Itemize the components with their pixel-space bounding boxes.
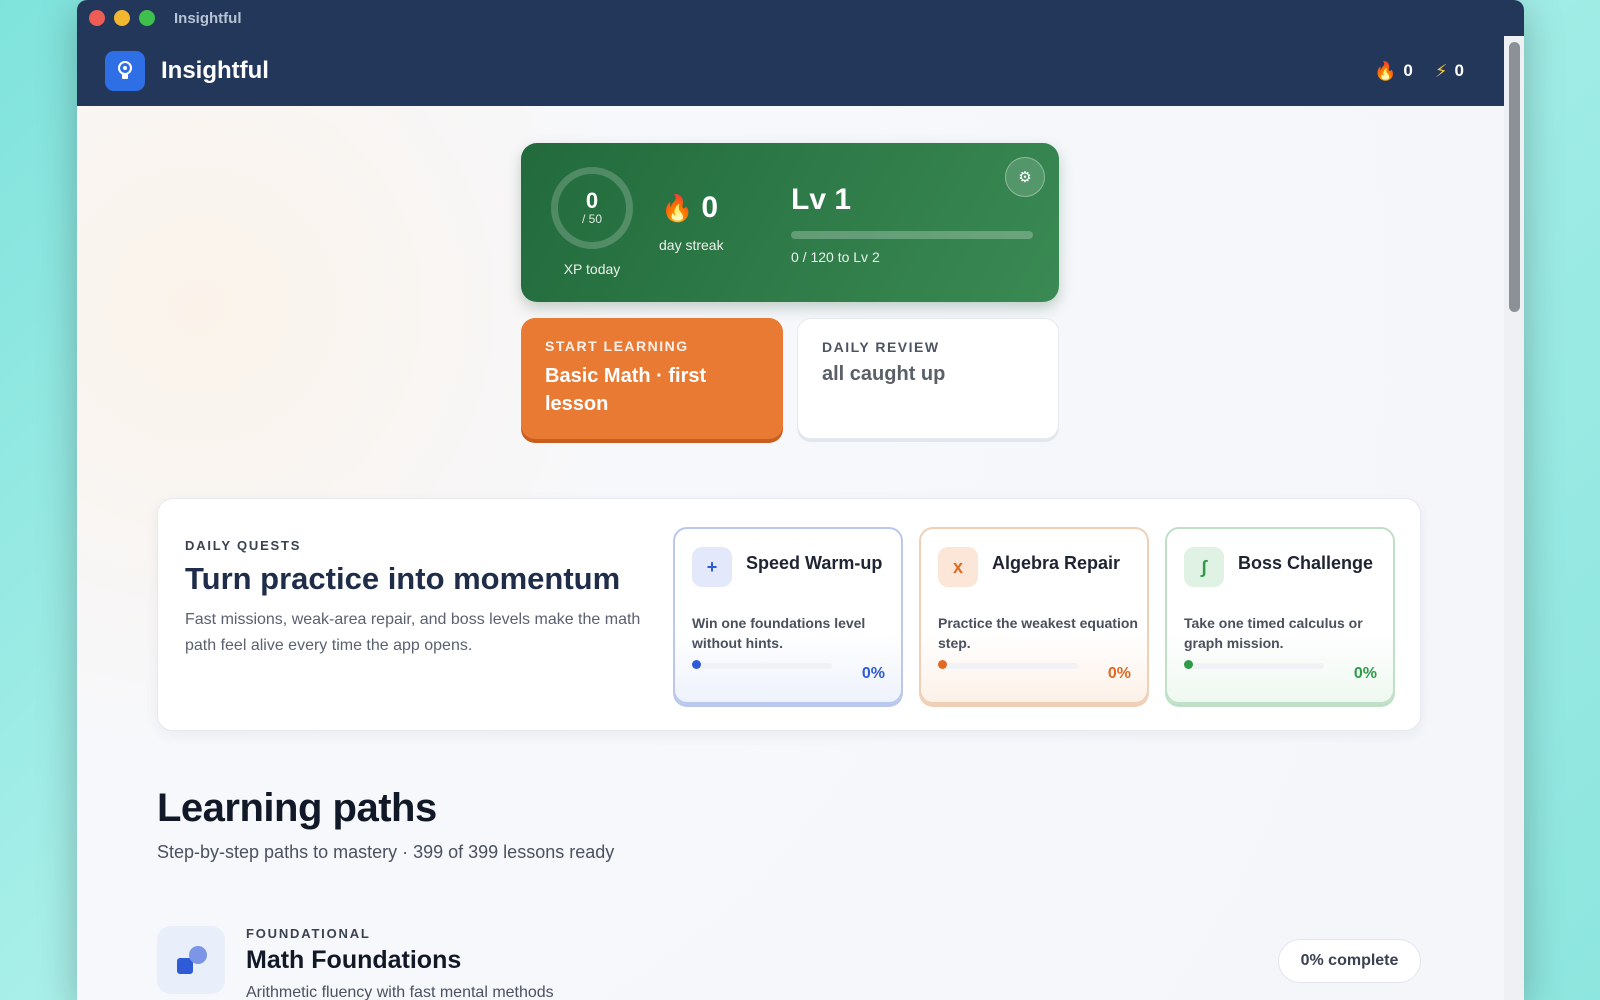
app-header: Insightful 🔥 0 ⚡ 0 bbox=[77, 36, 1504, 106]
quest-progress-dot bbox=[692, 660, 701, 669]
level-label: Lv 1 bbox=[791, 183, 852, 216]
daily-review-card[interactable]: DAILY REVIEW all caught up bbox=[797, 318, 1059, 439]
progress-hero-card: 0 / 50 XP today 🔥 0 day streak Lv 1 0 / … bbox=[521, 143, 1059, 302]
quest-description: Practice the weakest equation step. bbox=[938, 615, 1138, 651]
shapes-icon bbox=[157, 926, 225, 994]
quest-description: Win one foundations level without hints. bbox=[692, 615, 866, 651]
start-learning-kicker: START LEARNING bbox=[545, 338, 689, 354]
xp-ring: 0 / 50 bbox=[551, 167, 633, 249]
quest-progress-percent: 0% bbox=[1353, 665, 1377, 682]
path-description: Arithmetic fluency with fast mental meth… bbox=[246, 984, 554, 1000]
daily-review-title: all caught up bbox=[822, 363, 946, 385]
integral-icon: ∫ bbox=[1184, 547, 1224, 587]
gear-icon: ⚙ bbox=[1018, 169, 1032, 186]
streak-value: 0 bbox=[701, 191, 719, 224]
quest-progress-percent: 0% bbox=[1107, 665, 1131, 682]
title-bar: Insightful bbox=[77, 0, 1524, 36]
learning-paths-title: Learning paths bbox=[157, 786, 437, 830]
quest-progress-dot bbox=[1184, 660, 1193, 669]
path-progress-badge: 0% complete bbox=[1278, 939, 1421, 983]
window-controls bbox=[89, 10, 155, 26]
start-learning-title: Basic Math · first lesson bbox=[545, 365, 707, 415]
close-window-button[interactable] bbox=[89, 10, 105, 26]
header-stats: 🔥 0 ⚡ 0 bbox=[1374, 61, 1464, 82]
start-learning-card[interactable]: START LEARNING Basic Math · first lesson bbox=[521, 318, 783, 439]
minimize-window-button[interactable] bbox=[114, 10, 130, 26]
flame-icon: 🔥 bbox=[661, 192, 694, 223]
quest-name: Speed Warm-up bbox=[746, 553, 883, 573]
energy-count: 0 bbox=[1454, 61, 1464, 80]
day-streak: 🔥 0 bbox=[661, 191, 718, 225]
quest-card-algebra-repair[interactable]: x Algebra Repair Practice the weakest eq… bbox=[919, 527, 1149, 704]
quest-progress-track bbox=[692, 663, 832, 669]
window-title: Insightful bbox=[174, 9, 242, 27]
flame-icon: 🔥 bbox=[1374, 60, 1397, 81]
streak-label: day streak bbox=[659, 237, 724, 253]
lightning-icon: ⚡ bbox=[1434, 60, 1448, 81]
app-window: Insightful Insightful 🔥 0 ⚡ 0 0 / 50 XP … bbox=[77, 0, 1524, 1000]
lightbulb-head-icon bbox=[105, 51, 145, 91]
vertical-scrollbar[interactable] bbox=[1504, 36, 1524, 1000]
quests-title: Turn practice into momentum bbox=[185, 561, 621, 596]
xp-value: 0 bbox=[585, 188, 599, 213]
streak-stat[interactable]: 🔥 0 bbox=[1374, 61, 1413, 82]
brand[interactable]: Insightful bbox=[105, 51, 269, 91]
quests-subtitle: Fast missions, weak-area repair, and bos… bbox=[185, 611, 641, 654]
level-progress-text: 0 / 120 to Lv 2 bbox=[791, 249, 880, 265]
main-content: 0 / 50 XP today 🔥 0 day streak Lv 1 0 / … bbox=[77, 106, 1504, 1000]
quest-progress-track bbox=[938, 663, 1078, 669]
settings-button[interactable]: ⚙ bbox=[1005, 157, 1045, 197]
zoom-window-button[interactable] bbox=[139, 10, 155, 26]
plus-icon: + bbox=[692, 547, 732, 587]
quests-kicker: DAILY QUESTS bbox=[185, 538, 302, 553]
path-kicker: FOUNDATIONAL bbox=[246, 926, 371, 941]
daily-review-kicker: DAILY REVIEW bbox=[822, 339, 940, 355]
learning-paths-subtitle: Step-by-step paths to mastery · 399 of 3… bbox=[157, 842, 615, 862]
quest-progress-track bbox=[1184, 663, 1324, 669]
quest-name: Algebra Repair bbox=[992, 553, 1121, 573]
brand-name: Insightful bbox=[161, 57, 269, 84]
energy-stat[interactable]: ⚡ 0 bbox=[1435, 61, 1464, 82]
quest-progress-dot bbox=[938, 660, 947, 669]
quest-name: Boss Challenge bbox=[1238, 553, 1374, 573]
multiply-icon: x bbox=[938, 547, 978, 587]
quest-card-boss-challenge[interactable]: ∫ Boss Challenge Take one timed calculus… bbox=[1165, 527, 1395, 704]
quest-progress-percent: 0% bbox=[861, 665, 885, 682]
xp-label: XP today bbox=[563, 261, 621, 277]
path-name[interactable]: Math Foundations bbox=[246, 946, 461, 975]
quest-description: Take one timed calculus or graph mission… bbox=[1184, 615, 1363, 651]
scrollbar-thumb[interactable] bbox=[1509, 42, 1520, 312]
streak-count: 0 bbox=[1403, 61, 1413, 80]
xp-goal: / 50 bbox=[581, 212, 602, 226]
level-progress-bar bbox=[791, 231, 1033, 239]
daily-quests-panel: DAILY QUESTS Turn practice into momentum… bbox=[157, 498, 1421, 731]
quest-card-speed-warmup[interactable]: + Speed Warm-up Win one foundations leve… bbox=[673, 527, 903, 704]
